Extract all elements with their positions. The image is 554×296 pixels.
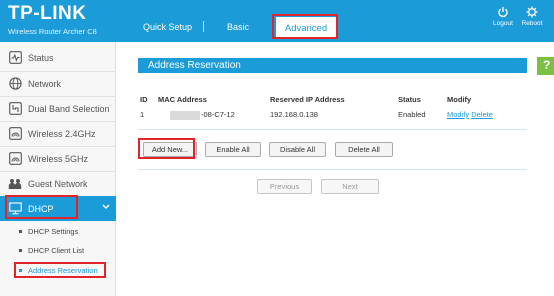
sidebar-item-label: Guest Network bbox=[28, 178, 88, 189]
cell-status: Enabled bbox=[398, 110, 426, 119]
bullet bbox=[19, 230, 22, 233]
cell-id: 1 bbox=[140, 110, 145, 119]
sidebar-item-guest-network[interactable]: Guest Network bbox=[0, 171, 116, 196]
wifi-icon bbox=[8, 152, 22, 166]
chevron-down-icon bbox=[102, 204, 110, 209]
sidebar-item-dual-band[interactable]: Dual Band Selection bbox=[0, 96, 116, 121]
bullet bbox=[19, 249, 22, 252]
reboot-icon bbox=[526, 6, 538, 18]
enable-all-button[interactable]: Enable All bbox=[205, 142, 261, 157]
page-title: Address Reservation bbox=[138, 58, 527, 73]
sidebar-item-label: Network bbox=[28, 78, 62, 89]
main-content: Address Reservation ? ID MAC Address Res… bbox=[117, 42, 554, 296]
add-new-button[interactable]: Add New... bbox=[143, 142, 197, 157]
sidebar-item-wireless-24[interactable]: Wireless 2.4GHz bbox=[0, 121, 116, 146]
redacted-mac-prefix bbox=[170, 110, 200, 120]
globe-icon bbox=[8, 77, 22, 91]
column-header-status: Status bbox=[398, 95, 421, 104]
monitor-icon bbox=[8, 202, 22, 216]
reboot-label: Reboot bbox=[521, 20, 543, 27]
tab-divider bbox=[203, 21, 204, 32]
cell-reserved-ip: 192.168.0.138 bbox=[270, 110, 318, 119]
cell-mac: -08-C7-12 bbox=[170, 110, 235, 120]
sidebar-item-label: Dual Band Selection bbox=[28, 103, 110, 114]
sidebar-subitem-label: Address Reservation bbox=[28, 266, 98, 275]
modify-link[interactable]: Modify bbox=[447, 110, 469, 119]
wifi-icon bbox=[8, 127, 22, 141]
status-icon bbox=[8, 51, 22, 65]
column-header-id: ID bbox=[140, 95, 148, 104]
sidebar-item-label: Wireless 5GHz bbox=[28, 153, 89, 164]
sidebar-item-dhcp[interactable]: DHCP bbox=[0, 196, 116, 221]
divider bbox=[138, 129, 527, 130]
mac-suffix: -08-C7-12 bbox=[201, 110, 235, 119]
sidebar: Status Network Dual Band Selection Wirel… bbox=[0, 42, 116, 296]
sidebar-item-status[interactable]: Status bbox=[0, 45, 116, 70]
dual-band-icon bbox=[8, 102, 22, 116]
sidebar-item-label: Status bbox=[28, 52, 54, 63]
column-header-modify: Modify bbox=[447, 95, 472, 104]
power-icon bbox=[498, 7, 508, 18]
disable-all-button[interactable]: Disable All bbox=[269, 142, 326, 157]
delete-link[interactable]: Delete bbox=[471, 110, 493, 119]
sidebar-subitem-label: DHCP Client List bbox=[28, 246, 85, 255]
previous-button[interactable]: Previous bbox=[257, 179, 312, 194]
sidebar-item-wireless-5[interactable]: Wireless 5GHz bbox=[0, 146, 116, 171]
help-button[interactable]: ? bbox=[537, 57, 554, 75]
router-model: Wireless Router Archer C8 bbox=[8, 27, 97, 36]
sidebar-item-network[interactable]: Network bbox=[0, 71, 116, 96]
brand-logo: TP-LINK bbox=[8, 3, 87, 24]
tab-quick-setup[interactable]: Quick Setup bbox=[143, 22, 192, 32]
top-header: TP-LINK Wireless Router Archer C8 Quick … bbox=[0, 0, 554, 42]
reboot-button[interactable]: Reboot bbox=[514, 6, 550, 27]
bullet bbox=[19, 269, 22, 272]
tab-advanced[interactable]: Advanced bbox=[276, 15, 336, 39]
sidebar-item-label: DHCP bbox=[28, 203, 54, 214]
guest-icon bbox=[8, 177, 22, 191]
next-button[interactable]: Next bbox=[321, 179, 379, 194]
sidebar-item-label: Wireless 2.4GHz bbox=[28, 128, 96, 139]
sidebar-subitem-dhcp-client-list[interactable]: DHCP Client List bbox=[0, 242, 116, 259]
delete-all-button[interactable]: Delete All bbox=[335, 142, 393, 157]
sidebar-subitem-address-reservation[interactable]: Address Reservation bbox=[0, 262, 116, 279]
help-icon: ? bbox=[543, 58, 551, 72]
sidebar-subitem-dhcp-settings[interactable]: DHCP Settings bbox=[0, 223, 116, 240]
sidebar-subitem-label: DHCP Settings bbox=[28, 227, 79, 236]
column-header-mac: MAC Address bbox=[158, 95, 207, 104]
tab-basic[interactable]: Basic bbox=[227, 22, 249, 32]
divider bbox=[138, 169, 527, 170]
column-header-reserved-ip: Reserved IP Address bbox=[270, 95, 345, 104]
cell-actions: Modify Delete bbox=[447, 110, 493, 119]
